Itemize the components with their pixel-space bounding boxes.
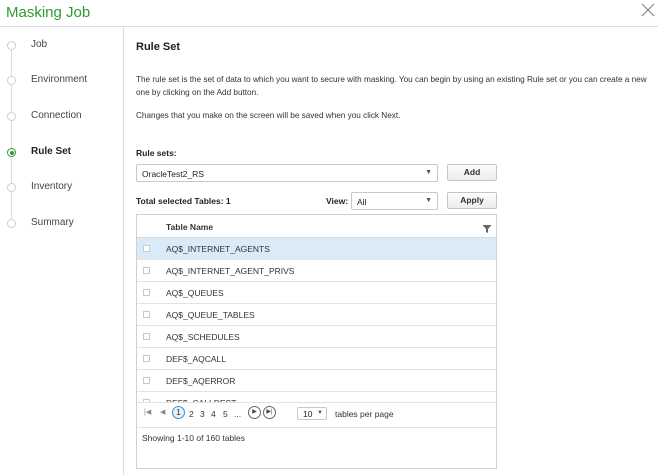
table-name-cell: AQ$_QUEUES [166,288,224,298]
add-button[interactable]: Add [447,164,497,181]
step-connection[interactable]: Connection [0,106,124,128]
per-page-value: 10 [303,409,313,419]
row-checkbox[interactable] [143,267,150,274]
grid-header: Table Name [137,215,496,238]
step-indicator-icon [7,76,16,85]
row-checkbox[interactable] [143,289,150,296]
dialog-title: Masking Job [6,4,91,21]
chevron-down-icon: ▼ [317,410,323,416]
page-title: Rule Set [136,41,181,53]
first-page-icon[interactable]: |◀ [144,408,151,416]
table-row[interactable]: DEF$_AQCALL [137,348,496,370]
page-link[interactable]: 4 [211,409,216,419]
table-row[interactable]: AQ$_SCHEDULES [137,326,496,348]
table-name-cell: DEF$_AQCALL [166,354,226,364]
save-note-text: Changes that you make on the screen will… [136,111,401,120]
table-name-column-header[interactable]: Table Name [166,222,213,232]
table-name-cell: AQ$_QUEUE_TABLES [166,310,255,320]
table-name-cell: AQ$_INTERNET_AGENTS [166,244,270,254]
previous-page-icon[interactable]: ◀ [160,408,165,416]
chevron-down-icon: ▼ [425,197,432,204]
page-link[interactable]: 5 [223,409,228,419]
rule-set-select[interactable]: OracleTest2_RS ▼ [136,164,438,182]
table-row[interactable]: DEF$_AQERROR [137,370,496,392]
step-rule-set[interactable]: Rule Set [0,142,124,164]
step-label: Environment [31,74,88,85]
step-indicator-icon [7,183,16,192]
step-label: Inventory [31,181,73,192]
table-row[interactable]: AQ$_QUEUES [137,282,496,304]
table-name-cell: AQ$_INTERNET_AGENT_PRIVS [166,266,295,276]
step-sidebar: Job Environment Connection Rule Set Inve… [0,27,124,475]
step-indicator-icon [7,41,16,50]
step-label: Summary [31,217,74,228]
tables-grid: Table Name AQ$_INTERNET_AGENTS AQ$_INTER… [136,214,497,469]
step-job[interactable]: Job [0,35,124,57]
total-selected-tables: Total selected Tables: 1 [136,196,231,206]
step-environment[interactable]: Environment [0,70,124,92]
next-page-icon[interactable]: ▶ [248,406,261,419]
showing-summary: Showing 1-10 of 160 tables [142,433,246,443]
table-row[interactable]: AQ$_INTERNET_AGENT_PRIVS [137,260,496,282]
page-link[interactable]: 3 [200,409,205,419]
step-label: Rule Set [31,146,72,157]
step-indicator-icon [7,112,16,121]
step-indicator-icon [7,219,16,228]
table-row[interactable]: AQ$_INTERNET_AGENTS [137,238,496,260]
filter-icon[interactable] [482,221,492,233]
row-checkbox[interactable] [143,333,150,340]
row-checkbox[interactable] [143,355,150,362]
view-label: View: [326,196,349,206]
footer-divider [137,427,496,428]
page-link[interactable]: 2 [189,409,194,419]
table-name-cell: AQ$_SCHEDULES [166,332,240,342]
per-page-select[interactable]: 10 ▼ [297,407,327,420]
view-value: All [357,197,367,207]
step-indicator-active-icon [7,148,16,157]
page-current[interactable]: 1 [172,406,185,419]
apply-button[interactable]: Apply [447,192,497,209]
row-checkbox[interactable] [143,245,150,252]
description-text: The rule set is the set of data to which… [136,75,647,97]
row-checkbox[interactable] [143,311,150,318]
step-inventory[interactable]: Inventory [0,177,124,199]
close-icon[interactable] [641,3,655,17]
rule-set-value: OracleTest2_RS [142,169,204,179]
rule-sets-label: Rule sets: [136,148,177,158]
step-label: Connection [31,110,82,121]
chevron-down-icon: ▼ [425,169,432,176]
table-name-cell: DEF$_AQERROR [166,376,236,386]
table-row[interactable]: AQ$_QUEUE_TABLES [137,304,496,326]
step-label: Job [31,39,48,50]
view-select[interactable]: All ▼ [351,192,438,210]
per-page-label: tables per page [335,409,394,419]
step-summary[interactable]: Summary [0,213,124,235]
last-page-icon[interactable]: ▶| [263,406,276,419]
page-ellipsis[interactable]: ... [234,409,241,419]
row-checkbox[interactable] [143,377,150,384]
pagination-bar: |◀ ◀ 1 2 3 4 5 ... ▶ ▶| 10 ▼ tables per … [137,402,496,426]
